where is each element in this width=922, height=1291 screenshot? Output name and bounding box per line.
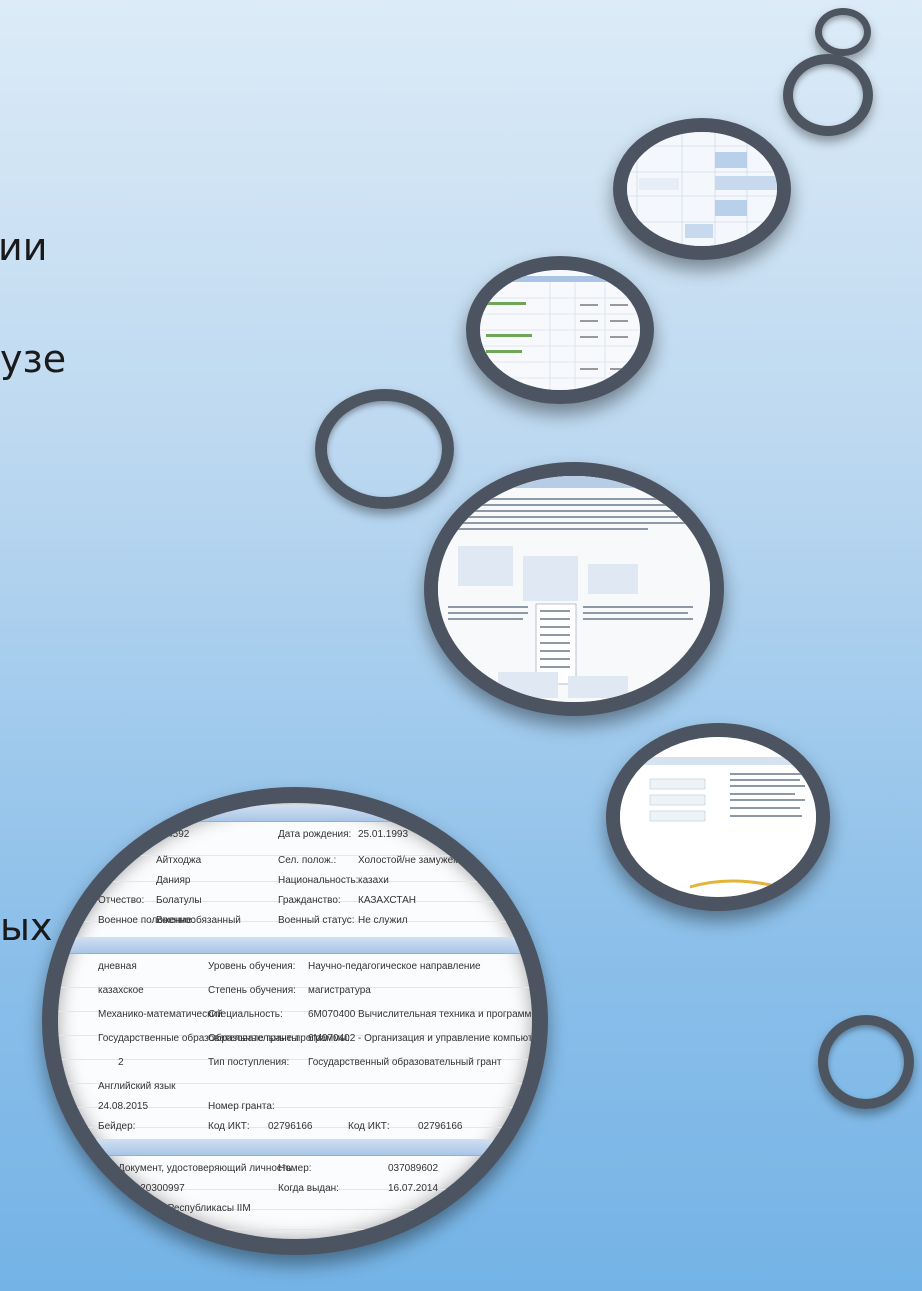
form-section-header [58, 805, 532, 822]
form-section-header [58, 937, 532, 954]
form-value: 037089602 [388, 1163, 439, 1174]
form-value: Холостой/не замужем [358, 855, 461, 866]
form-label: Гражданство: [278, 895, 341, 906]
form-value: Механико-математический [98, 1009, 223, 1020]
form-value: 16.07.2014 [388, 1183, 439, 1194]
form-value: казахское [98, 985, 144, 996]
form-value: 030120300997 [118, 1183, 185, 1194]
form-section-header [58, 1139, 532, 1156]
form-value: 6M070402 - Организация и управление комп… [308, 1033, 544, 1044]
ring-middle-left [315, 389, 454, 509]
ring-top-right [783, 54, 873, 136]
form-label: Тип поступления: [208, 1057, 290, 1068]
form-value: 02796166 [268, 1121, 313, 1132]
form-label: Уровень обучения: [208, 961, 296, 972]
small-ring-top [815, 8, 871, 56]
form-label: Номер: [278, 1163, 312, 1174]
form-label: Национальность: [278, 875, 359, 886]
form-value: дневная [98, 961, 137, 972]
slide-text-fragment-1: ии [0, 225, 48, 269]
form-value: Английский язык [98, 1081, 176, 1092]
form-value: 6M070400 Вычислительная техника и програ… [308, 1009, 548, 1020]
lens-curriculum-screenshot [466, 256, 654, 404]
form-label: Дата рождения: [278, 829, 352, 840]
slide-text-fragment-3: ых [0, 905, 53, 949]
form-label: Специальность: [208, 1009, 283, 1020]
lens-login-screenshot [606, 723, 830, 911]
form-value: Военнообязанный [156, 915, 241, 926]
form-value: Государственный образовательный грант [308, 1057, 502, 1068]
form-value: 2 [118, 1057, 124, 1068]
form-row: Казахстан Республикасы ІІМ [58, 1195, 532, 1230]
form-value: Айтходжа [156, 855, 202, 866]
lens-table-screenshot [613, 118, 791, 260]
ring-bottom-right [818, 1015, 914, 1109]
form-value: 02796166 [418, 1121, 463, 1132]
form-value: Казахстан Республикасы ІІМ [118, 1203, 251, 1214]
lens-workplan-screenshot [424, 462, 724, 716]
form-value: магистратура [308, 985, 371, 996]
form-label: Когда выдан: [278, 1183, 339, 1194]
form-label: Степень обучения: [208, 985, 296, 996]
form-value: 25.01.1993 [358, 829, 409, 840]
form-value: Научно-педагогическое направление [308, 961, 481, 972]
form-value: казахи [358, 875, 389, 886]
form-value: КАЗАХСТАН [358, 895, 416, 906]
form-value: Данияр [156, 875, 191, 886]
form-label: Номер гранта: [208, 1101, 275, 1112]
form-label: Код ИКТ: [348, 1121, 390, 1132]
slide-text-fragment-2: узе [0, 337, 67, 381]
form-value: Бейдер: [98, 1121, 136, 1132]
form-value: Не служил [358, 915, 408, 926]
lens-student-profile-form: 104592 Дата рождения: 25.01.1993 Айтходж… [42, 787, 548, 1255]
form-label: Военный статус: [278, 915, 355, 926]
form-label: Отчество: [98, 895, 145, 906]
form-label: Сел. полож.: [278, 855, 337, 866]
form-value: Болатулы [156, 895, 202, 906]
form-label: Код ИКТ: [208, 1121, 250, 1132]
form-value: 24.08.2015 [98, 1101, 149, 1112]
student-profile-form: 104592 Дата рождения: 25.01.1993 Айтходж… [58, 803, 532, 1239]
form-value: Документ, удостоверяющий личность [118, 1163, 292, 1174]
form-value: 104592 [156, 829, 190, 840]
